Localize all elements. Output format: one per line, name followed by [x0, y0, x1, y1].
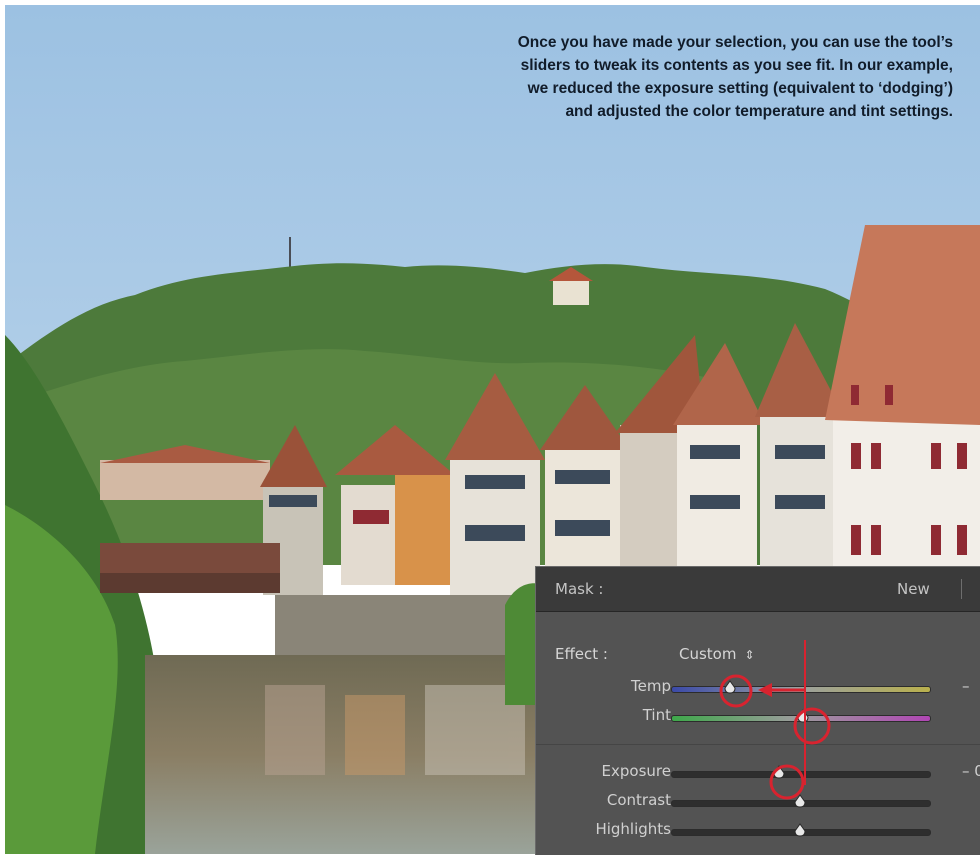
caption-line: Once you have made your selection, you c…	[517, 34, 953, 51]
contrast-label: Contrast	[606, 791, 671, 809]
exposure-slider-thumb[interactable]	[772, 765, 786, 779]
mask-bar: Mask : New	[536, 567, 980, 612]
temp-value: –	[962, 677, 970, 695]
section-divider	[536, 744, 980, 745]
temp-slider-thumb[interactable]	[723, 680, 737, 694]
new-mask-button[interactable]: New	[897, 580, 930, 598]
mask-label: Mask :	[555, 580, 604, 598]
temp-label: Temp	[631, 677, 671, 695]
highlights-label: Highlights	[595, 820, 671, 838]
caption-line: and adjusted the color temperature and t…	[565, 103, 953, 120]
exposure-label: Exposure	[601, 762, 671, 780]
tint-label: Tint	[642, 706, 671, 724]
instruction-caption: Once you have made your selection, you c…	[363, 31, 953, 123]
exposure-slider-track[interactable]	[671, 771, 931, 778]
effect-label: Effect :	[555, 645, 608, 663]
exposure-value: – 0	[962, 762, 980, 780]
effect-preset-select[interactable]: Custom ⇕	[679, 645, 755, 663]
highlights-slider-thumb[interactable]	[793, 823, 807, 837]
temp-slider-track[interactable]	[671, 686, 931, 693]
contrast-slider-thumb[interactable]	[793, 794, 807, 808]
tint-slider-thumb[interactable]	[796, 709, 810, 723]
caption-line: we reduced the exposure setting (equival…	[527, 80, 953, 97]
updown-arrows-icon: ⇕	[744, 648, 755, 662]
effect-preset-value: Custom	[679, 645, 737, 663]
adjustment-panel: Mask : New Effect : Custom ⇕ Temp – Tint …	[535, 566, 980, 855]
caption-line: sliders to tweak its contents as you see…	[520, 57, 953, 74]
divider	[961, 579, 962, 599]
